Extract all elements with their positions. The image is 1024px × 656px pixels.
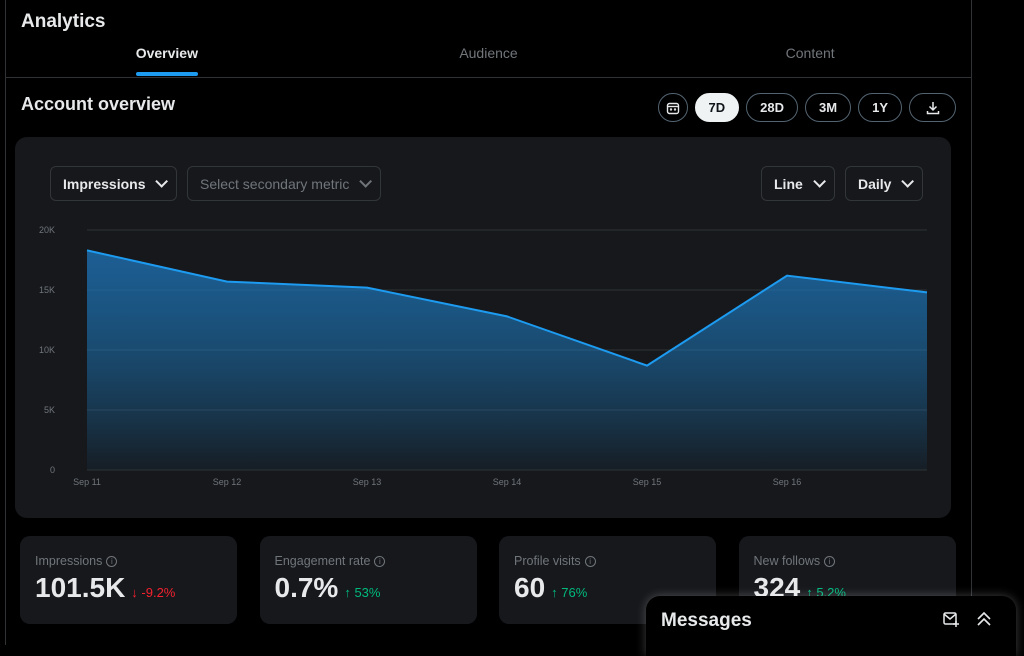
stat-change: ↑ 76% xyxy=(551,585,588,600)
tab-bar: Overview Audience Content xyxy=(6,36,971,78)
stat-label: Profile visits xyxy=(514,554,581,568)
impressions-chart: 0 5K 10K 15K 20K Sep 11 Sep 12 Sep 13 Sep 14 Sep … xyxy=(39,225,928,487)
x-tick-label: Sep 15 xyxy=(633,477,662,487)
chart-card: Impressions Select secondary metric Line… xyxy=(15,137,951,518)
stat-label: New follows xyxy=(753,554,821,568)
x-tick-label: Sep 12 xyxy=(213,477,242,487)
page-title: Analytics xyxy=(21,11,106,32)
info-icon[interactable]: i xyxy=(584,555,596,567)
info-icon[interactable]: i xyxy=(374,555,386,567)
y-tick-label: 0 xyxy=(50,465,55,475)
download-icon xyxy=(926,101,939,114)
y-tick-label: 20K xyxy=(39,225,55,235)
calendar-button[interactable] xyxy=(657,93,688,122)
x-tick-label: Sep 11 xyxy=(73,477,101,487)
stat-value: 60 xyxy=(514,572,546,603)
info-icon[interactable]: i xyxy=(106,555,118,567)
download-button[interactable] xyxy=(909,93,956,122)
x-tick-label: Sep 16 xyxy=(773,477,802,487)
stat-label: Impressions xyxy=(35,554,103,568)
x-tick-label: Sep 14 xyxy=(493,477,522,487)
y-tick-label: 5K xyxy=(44,405,55,415)
new-message-icon[interactable] xyxy=(942,610,960,628)
stat-card: Impressions i 101.5K ↓ -9.2% xyxy=(20,536,237,624)
tab-overview[interactable]: Overview xyxy=(6,36,328,77)
tab-content[interactable]: Content xyxy=(649,36,971,77)
tab-audience[interactable]: Audience xyxy=(328,36,650,77)
y-tick-label: 15K xyxy=(39,285,55,295)
x-tick-label: Sep 13 xyxy=(353,477,382,487)
series-area xyxy=(87,250,927,470)
range-3m-button[interactable]: 3M xyxy=(805,93,852,122)
range-1y-button[interactable]: 1Y xyxy=(858,93,902,122)
range-7d-button[interactable]: 7D xyxy=(694,93,740,122)
calendar-icon xyxy=(666,102,679,114)
messages-drawer[interactable]: Messages xyxy=(646,596,1016,656)
info-icon[interactable]: i xyxy=(824,555,836,567)
range-selector: 7D 28D 3M 1Y xyxy=(657,93,956,122)
stat-value: 101.5K xyxy=(35,572,126,603)
y-tick-label: 10K xyxy=(39,345,55,355)
stat-change: ↓ -9.2% xyxy=(131,585,176,600)
stat-card: Engagement rate i 0.7% ↑ 53% xyxy=(259,536,477,624)
stat-change: ↑ 53% xyxy=(344,585,381,600)
range-28d-button[interactable]: 28D xyxy=(746,93,799,122)
collapse-icon[interactable] xyxy=(976,610,992,628)
section-title: Account overview xyxy=(21,94,176,114)
stat-value: 0.7% xyxy=(274,572,339,603)
stat-label: Engagement rate xyxy=(274,554,371,568)
